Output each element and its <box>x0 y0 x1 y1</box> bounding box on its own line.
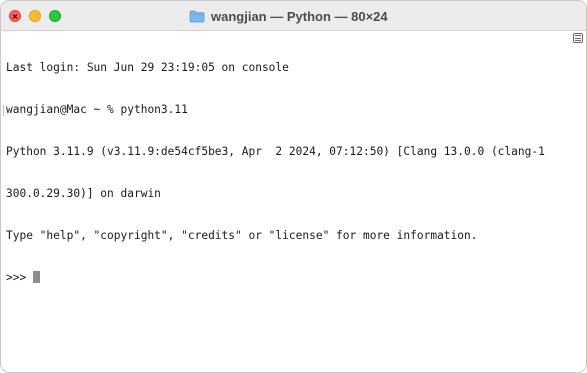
window-title: wangjian — Python — 80×24 <box>189 1 388 31</box>
terminal-line-help: Type "help", "copyright", "credits" or "… <box>6 229 478 242</box>
terminal-content[interactable]: Last login: Sun Jun 29 23:19:05 on conso… <box>1 31 571 372</box>
zoom-button[interactable] <box>49 10 61 22</box>
split-pane-icon-line <box>575 37 581 39</box>
text-cursor <box>32 271 40 283</box>
terminal-line-login: Last login: Sun Jun 29 23:19:05 on conso… <box>6 61 289 74</box>
vertical-scrollbar[interactable] <box>572 31 586 372</box>
split-pane-icon-line <box>575 40 581 41</box>
terminal-line-command: wangjian@Mac ~ % python3.11 <box>3 103 571 117</box>
folder-icon <box>189 10 205 22</box>
python-prompt: >>> <box>6 271 33 284</box>
window-title-text: wangjian — Python — 80×24 <box>211 8 388 24</box>
terminal-line-platform: 300.0.29.30)] on darwin <box>6 187 161 200</box>
terminal-line-prompt[interactable]: >>> <box>6 271 571 285</box>
terminal-line-python-version: Python 3.11.9 (v3.11.9:de54cf5be3, Apr 2… <box>6 145 545 158</box>
split-pane-icon[interactable] <box>573 33 583 43</box>
command-mark <box>3 105 4 116</box>
split-pane-icon-line <box>575 35 581 36</box>
close-button[interactable] <box>9 10 21 22</box>
terminal-line-command-text: wangjian@Mac ~ % python3.11 <box>6 103 188 116</box>
minimize-button[interactable] <box>29 10 41 22</box>
title-bar[interactable]: wangjian — Python — 80×24 <box>1 1 586 31</box>
terminal-window: wangjian — Python — 80×24 Last login: Su… <box>0 0 587 373</box>
